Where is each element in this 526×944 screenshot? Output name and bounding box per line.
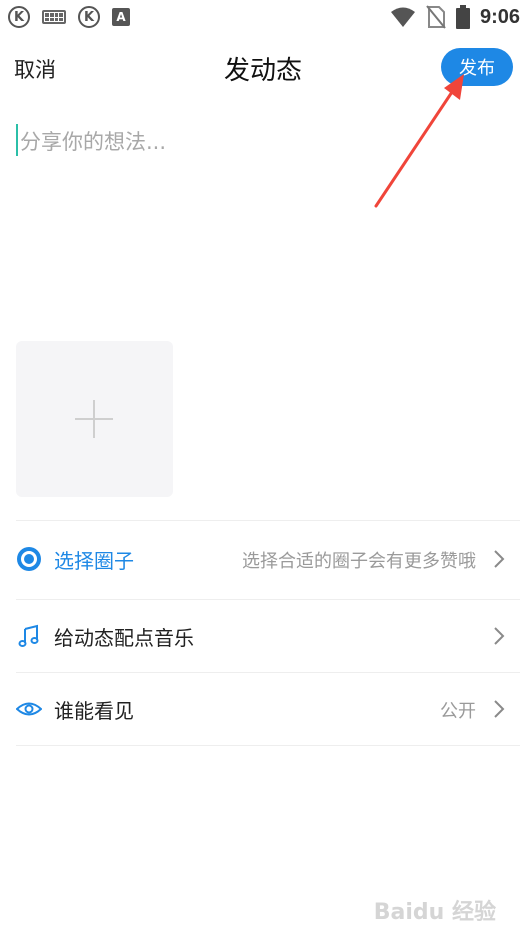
- divider: [16, 745, 520, 746]
- post-text-input[interactable]: 分享你的想法...: [20, 126, 166, 156]
- chevron-right-icon: [494, 550, 505, 568]
- select-circle-row[interactable]: 选择圈子 选择合适的圈子会有更多赞哦: [0, 529, 526, 589]
- target-icon: [17, 547, 41, 571]
- chevron-right-icon: [494, 700, 505, 718]
- divider: [16, 672, 520, 673]
- a-icon: A: [112, 8, 130, 26]
- chevron-right-icon: [494, 627, 505, 645]
- k-app-icon: K: [8, 6, 30, 28]
- k-app-icon: K: [78, 6, 100, 28]
- option-value: 公开: [440, 701, 476, 722]
- keyboard-icon: [42, 10, 66, 24]
- status-left-icons: K K A: [8, 3, 130, 31]
- status-time: 9:06: [479, 5, 520, 28]
- watermark: Baidu 经验: [373, 900, 496, 925]
- visibility-row[interactable]: 谁能看见 公开: [0, 679, 526, 739]
- status-right-icons: 9:06: [390, 3, 520, 31]
- eye-icon: [16, 702, 42, 716]
- option-label: 选择圈子: [54, 549, 134, 573]
- wifi-icon: [390, 7, 415, 27]
- divider: [16, 520, 520, 521]
- annotation-arrow: [374, 74, 464, 208]
- add-music-row[interactable]: 给动态配点音乐: [0, 606, 526, 666]
- battery-icon: [455, 5, 470, 29]
- add-photo-button[interactable]: [16, 341, 173, 497]
- music-note-icon: [18, 624, 39, 647]
- option-label: 谁能看见: [54, 699, 134, 723]
- option-value: 选择合适的圈子会有更多赞哦: [242, 551, 476, 572]
- divider: [16, 599, 520, 600]
- option-label: 给动态配点音乐: [54, 626, 194, 650]
- status-bar: K K A 9:06: [0, 0, 526, 34]
- text-caret: [16, 124, 18, 156]
- no-sim-icon: [426, 5, 446, 29]
